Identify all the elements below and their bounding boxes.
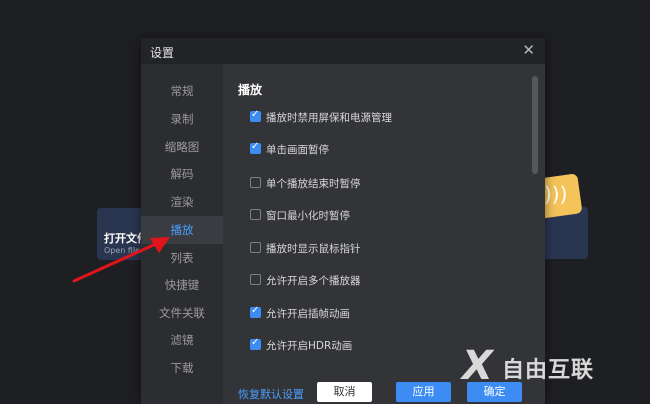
restore-defaults-link[interactable]: 恢复默认设置 — [238, 386, 304, 402]
checkmark-icon: ✓ — [251, 337, 260, 348]
dialog-title: 设置 — [150, 46, 175, 60]
section-title: 播放 — [238, 83, 263, 97]
checkmark-icon: ✓ — [251, 109, 260, 120]
wifi-icon: ))) — [544, 182, 568, 206]
checkbox-checked[interactable]: ✓ — [250, 337, 261, 350]
close-icon[interactable]: ✕ — [522, 41, 535, 59]
option-label: 播放时禁用屏保和电源管理 — [266, 112, 392, 124]
option-label: 播放时显示鼠标指针 — [266, 243, 361, 255]
checkmark-icon: ✓ — [251, 305, 260, 316]
checkmark-icon: ✓ — [251, 141, 260, 152]
nav-item-filters[interactable]: 滤镜 — [141, 327, 223, 353]
option-label: 允许开启多个播放器 — [266, 275, 361, 287]
nav-item-playback[interactable]: 播放 — [141, 216, 223, 244]
apply-button[interactable]: 应用 — [396, 382, 451, 402]
option-label: 单个播放结束时暂停 — [266, 178, 361, 190]
nav-item-shortcuts[interactable]: 快捷键 — [141, 272, 223, 298]
option-pause-on-end[interactable]: 单个播放结束时暂停 — [250, 175, 520, 191]
option-label: 单击画面暂停 — [266, 144, 329, 156]
nav-item-decode[interactable]: 解码 — [141, 161, 223, 187]
option-click-pause[interactable]: ✓ 单击画面暂停 — [250, 141, 520, 157]
nav-item-download[interactable]: 下载 — [141, 355, 223, 381]
watermark-logo: X 自由互联 — [462, 343, 642, 389]
checkbox-checked[interactable]: ✓ — [250, 305, 261, 318]
watermark-text: 自由互联 — [502, 358, 595, 383]
nav-item-render[interactable]: 渲染 — [141, 189, 223, 215]
watermark-x-mark: X — [462, 343, 493, 389]
nav-item-thumbnail[interactable]: 缩略图 — [141, 134, 223, 160]
checkbox-unchecked[interactable] — [250, 274, 261, 285]
settings-sidebar: 常规 录制 缩略图 解码 渲染 播放 列表 快捷键 文件关联 滤镜 下载 — [141, 64, 223, 404]
nav-item-list[interactable]: 列表 — [141, 245, 223, 271]
option-pause-on-minimize[interactable]: 窗口最小化时暂停 — [250, 207, 520, 223]
nav-item-record[interactable]: 录制 — [141, 106, 223, 132]
option-frame-interpolation[interactable]: ✓ 允许开启插帧动画 — [250, 305, 520, 321]
dialog-titlebar: 设置 ✕ — [141, 38, 545, 64]
cancel-button[interactable]: 取消 — [317, 382, 372, 402]
option-label: 允许开启插帧动画 — [266, 308, 350, 320]
checkbox-checked[interactable]: ✓ — [250, 141, 261, 154]
option-multiple-players[interactable]: 允许开启多个播放器 — [250, 272, 520, 288]
open-file-subtitle: Open file — [104, 246, 141, 255]
content-scrollbar[interactable] — [532, 76, 538, 174]
option-label: 允许开启HDR动画 — [266, 340, 353, 352]
option-label: 窗口最小化时暂停 — [266, 210, 350, 222]
checkbox-unchecked[interactable] — [250, 209, 261, 220]
checkbox-unchecked[interactable] — [250, 177, 261, 188]
nav-item-file-association[interactable]: 文件关联 — [141, 300, 223, 326]
checkbox-checked[interactable]: ✓ — [250, 109, 261, 122]
option-disable-screensaver[interactable]: ✓ 播放时禁用屏保和电源管理 — [250, 109, 520, 125]
nav-item-general[interactable]: 常规 — [141, 78, 223, 104]
checkbox-unchecked[interactable] — [250, 242, 261, 253]
option-show-cursor[interactable]: 播放时显示鼠标指针 — [250, 240, 520, 256]
